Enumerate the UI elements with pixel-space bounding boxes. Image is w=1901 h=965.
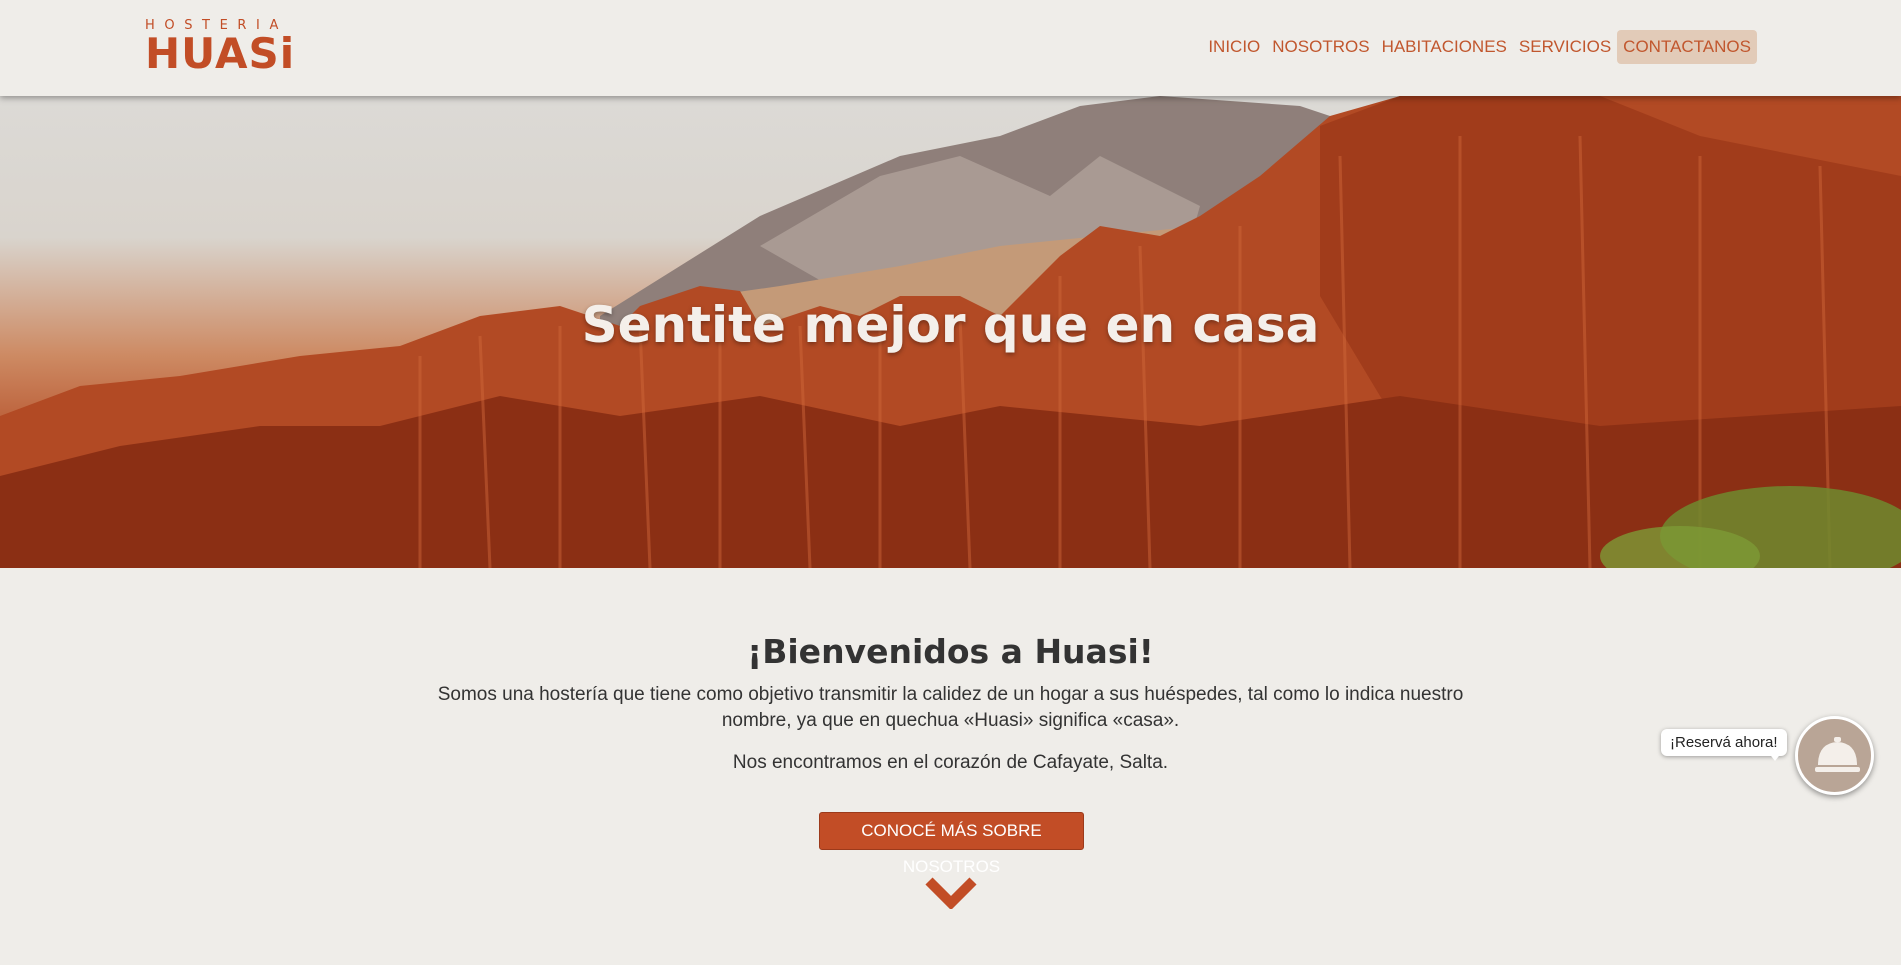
nav-link-contactanos[interactable]: CONTACTANOS [1617, 30, 1757, 64]
nav-link-habitaciones[interactable]: HABITACIONES [1376, 30, 1513, 64]
nav-link-inicio[interactable]: INICIO [1202, 30, 1266, 64]
chevron-down-icon[interactable] [925, 875, 977, 909]
welcome-title: ¡Bienvenidos a Huasi! [747, 632, 1154, 671]
about-us-button[interactable]: CONOCÉ MÁS SOBRE NOSOTROS [819, 812, 1084, 876]
reserve-button[interactable] [1795, 716, 1874, 795]
nav-link-nosotros[interactable]: NOSOTROS [1266, 30, 1375, 64]
welcome-description: Somos una hostería que tiene como objeti… [437, 684, 1464, 731]
logo-title: HUASi [145, 29, 296, 78]
brand-logo[interactable]: HOSTERIA HUASi [145, 18, 296, 78]
nav-link-servicios[interactable]: SERVICIOS [1513, 30, 1617, 64]
top-navbar: HOSTERIA HUASi INICIO NOSOTROS HABITACIO… [0, 0, 1901, 96]
welcome-section: ¡Bienvenidos a Huasi! Somos una hostería… [0, 630, 1901, 776]
hero-banner: Sentite mejor que en casa [0, 96, 1901, 568]
main-nav: INICIO NOSOTROS HABITACIONES SERVICIOS C… [1202, 30, 1757, 64]
service-bell-icon [1815, 737, 1860, 772]
welcome-location: Nos encontramos en el corazón de Cafayat… [732, 752, 1169, 773]
reserve-tooltip-tail [1768, 752, 1782, 761]
hero-title: Sentite mejor que en casa [581, 296, 1320, 354]
